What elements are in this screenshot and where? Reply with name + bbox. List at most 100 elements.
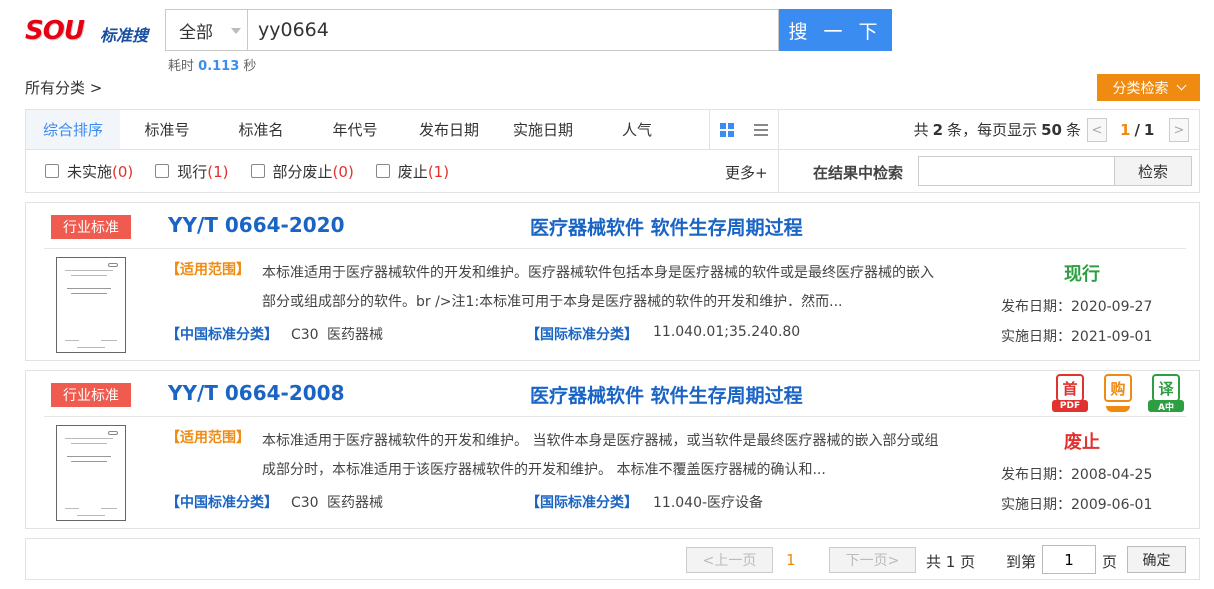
document-thumbnail[interactable] [56, 425, 126, 521]
doc-logo-icon [108, 263, 118, 267]
cart-base [1106, 406, 1130, 412]
divider [44, 248, 1186, 249]
filter-partially-abolished[interactable]: 部分废止(0) [250, 161, 354, 182]
goto-confirm-button[interactable]: 确定 [1127, 546, 1186, 573]
scope-tag: 【适用范围】 [166, 262, 250, 278]
count-suffix: 条 [1065, 121, 1081, 139]
standard-name-link[interactable]: 医疗器械软件 软件生存周期过程 [530, 381, 803, 408]
search-in-results-button[interactable]: 检索 [1114, 156, 1192, 186]
goto-page-input[interactable] [1042, 545, 1096, 574]
chevron-down-icon [1176, 80, 1186, 91]
search-in-results-input[interactable] [918, 156, 1115, 186]
grid-view-button[interactable] [710, 110, 744, 149]
intl-classification-tag: 【国际标准分类】 [526, 327, 638, 343]
total-pages: 1 [1143, 120, 1155, 139]
publish-date: 发布日期：2008-04-25 [1001, 467, 1153, 483]
list-view-button[interactable] [744, 110, 778, 149]
cn-classification-tag: 【中国标准分类】 [166, 327, 278, 343]
grid-icon [720, 122, 734, 137]
scope-select[interactable]: 全部 [166, 10, 248, 50]
prev-page-arrow[interactable]: < [1087, 118, 1107, 142]
next-page-arrow[interactable]: > [1169, 118, 1189, 142]
category-badge: 行业标准 [51, 383, 131, 407]
standard-number-link[interactable]: YY/T 0664-2008 [168, 381, 345, 405]
filter-row: 未实施(0) 现行(1) 部分废止(0) 废止(1) 更多+ 在结果中检索 检索 [26, 150, 1199, 193]
status-badge: 现行 [1064, 264, 1100, 285]
all-categories-link[interactable]: 所有分类 > [25, 77, 102, 98]
filter-not-implemented[interactable]: 未实施(0) [45, 161, 133, 182]
sort-tab-pub-date[interactable]: 发布日期 [402, 110, 496, 149]
checkbox[interactable] [250, 164, 265, 178]
action-icons: 首 PDF 购 译 A中 [1052, 372, 1186, 413]
filter-label: 现行 [177, 162, 208, 181]
cn-classification-value[interactable]: C30 医药器械 [291, 324, 383, 344]
sort-filter-panel: 综合排序 标准号 标准名 年代号 发布日期 实施日期 人气 共 2 条，每页显示… [25, 109, 1200, 193]
page-indicator: 1 / 1 [1120, 110, 1154, 149]
goto-label: 到第 [1006, 553, 1037, 571]
category-search-button[interactable]: 分类检索 [1097, 74, 1200, 101]
filter-label: 废止 [397, 162, 428, 181]
implement-date: 实施日期：2009-06-01 [1001, 497, 1153, 513]
filter-count: (0) [112, 162, 134, 181]
buy-icon[interactable]: 购 [1100, 372, 1138, 412]
search-input[interactable] [248, 10, 778, 50]
site-logo[interactable]: SOU 标准搜 [25, 14, 165, 54]
filter-abolished[interactable]: 废止(1) [375, 161, 450, 182]
list-icon [754, 123, 768, 136]
checkbox[interactable] [45, 164, 59, 178]
per-page-count: 50 [1041, 120, 1062, 139]
count-mid: 条，每页显示 [947, 121, 1038, 139]
sort-tab-std-name[interactable]: 标准名 [214, 110, 308, 149]
sort-tab-year[interactable]: 年代号 [308, 110, 402, 149]
sort-tab-std-no[interactable]: 标准号 [120, 110, 214, 149]
cn-classification-value[interactable]: C30 医药器械 [291, 492, 383, 512]
filter-count: (1) [427, 162, 450, 181]
intl-classification-value[interactable]: 11.040-医疗设备 [653, 492, 763, 512]
intl-classification-value[interactable]: 11.040.01;35.240.80 [653, 324, 800, 340]
search-in-results: 在结果中检索 检索 [778, 150, 1199, 192]
document-thumbnail[interactable] [56, 257, 126, 353]
filter-label: 未实施 [67, 162, 113, 181]
sort-tab-comprehensive[interactable]: 综合排序 [26, 110, 120, 149]
sort-tab-impl-date[interactable]: 实施日期 [496, 110, 590, 149]
divider [44, 416, 1186, 417]
search-button[interactable]: 搜 一 下 [779, 9, 892, 51]
cn-classification-tag: 【中国标准分类】 [166, 495, 278, 511]
status-badge: 废止 [1064, 432, 1100, 453]
standard-number-link[interactable]: YY/T 0664-2020 [168, 213, 345, 237]
pdf-icon[interactable]: 首 PDF [1052, 372, 1090, 412]
timing-prefix: 耗时 [168, 59, 195, 74]
pager-current-page: 1 [786, 551, 796, 569]
filter-label: 部分废止 [272, 162, 333, 181]
result-card: 行业标准 YY/T 0664-2020 医疗器械软件 软件生存周期过程 【适用范… [25, 202, 1200, 361]
pdf-tag: PDF [1052, 400, 1088, 412]
search-in-results-label: 在结果中检索 [813, 164, 904, 182]
filter-current[interactable]: 现行(1) [155, 161, 229, 182]
doc-logo-icon [108, 431, 118, 435]
category-search-label: 分类检索 [1112, 80, 1169, 97]
status-filters: 未实施(0) 现行(1) 部分废止(0) 废止(1) [45, 150, 449, 192]
page-slash: / [1134, 120, 1140, 139]
timing-unit: 秒 [243, 59, 257, 74]
publish-date: 发布日期：2020-09-27 [1001, 299, 1153, 315]
dropdown-arrow-icon [231, 28, 241, 34]
scope-text: 本标准适用于医疗器械软件的开发和维护。 当软件本身是医疗器械，或当软件是最终医疗… [262, 433, 939, 478]
result-card: 行业标准 YY/T 0664-2008 医疗器械软件 软件生存周期过程 首 PD… [25, 370, 1200, 529]
prev-page-button[interactable]: <上一页 [686, 547, 773, 573]
pager: <上一页 1 下一页> 共 1 页 到第 页 确定 [25, 538, 1200, 580]
standard-name-link[interactable]: 医疗器械软件 软件生存周期过程 [530, 213, 803, 240]
more-filters-link[interactable]: 更多+ [725, 162, 768, 183]
search-timing: 耗时 0.113 秒 [168, 55, 256, 74]
sort-tab-popularity[interactable]: 人气 [590, 110, 684, 149]
scope-value: 全部 [179, 22, 213, 43]
scope-text: 本标准适用于医疗器械软件的开发和维护。医疗器械软件包括本身是医疗器械的软件或是最… [262, 265, 934, 310]
next-page-button[interactable]: 下一页> [829, 547, 916, 573]
category-badge: 行业标准 [51, 215, 131, 239]
translate-icon[interactable]: 译 A中 [1148, 372, 1186, 413]
translate-tag: A中 [1148, 400, 1184, 413]
checkbox[interactable] [155, 164, 170, 178]
count-prefix: 共 [913, 121, 929, 139]
total-count: 2 [932, 120, 944, 139]
checkbox[interactable] [375, 164, 390, 178]
buy-glyph: 购 [1104, 374, 1132, 402]
